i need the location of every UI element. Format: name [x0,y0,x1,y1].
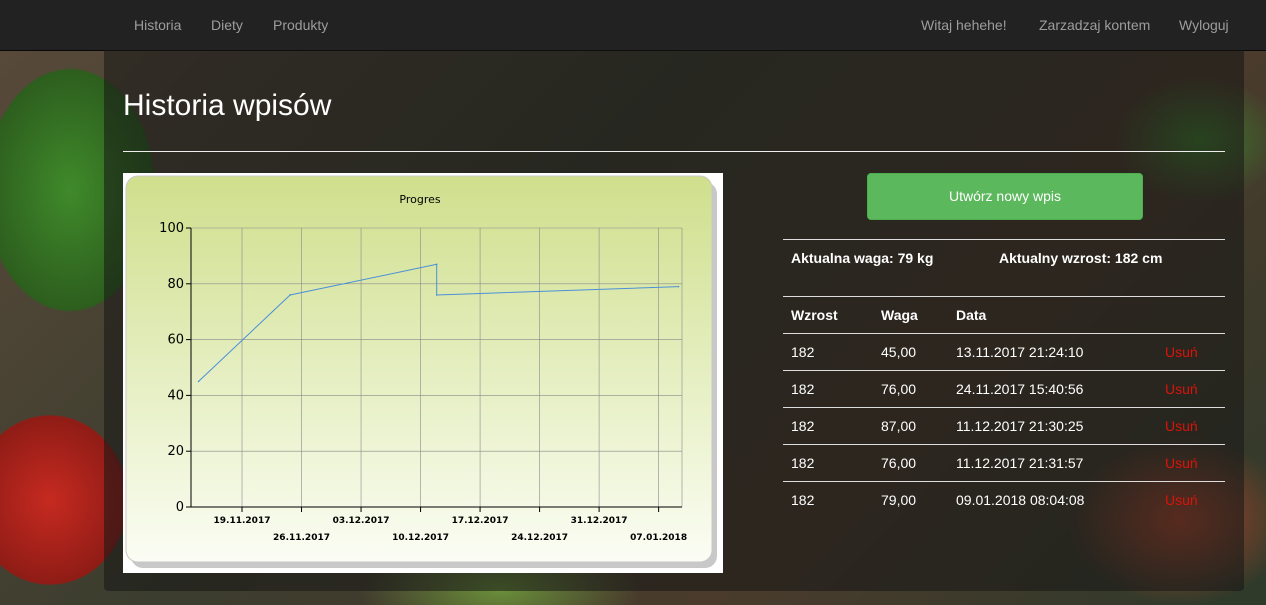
page-title: Historia wpisów [123,89,332,122]
progress-chart-svg: Progres 0 20 40 60 80 100 19.11.201726.11.201… [125,175,717,568]
current-weight: Aktualna waga: 79 kg [791,250,934,266]
column-header-height: Wzrost [791,307,838,323]
cell-height: 182 [791,418,815,434]
chart-background [125,175,713,563]
x-tick-label: 10.12.2017 [392,533,449,543]
nav-link-greeting[interactable]: Witaj hehehe! [921,0,1007,50]
x-tick-label: 31.12.2017 [571,516,628,526]
column-header-weight: Waga [881,307,918,323]
summary-top-rule [783,239,1225,240]
current-height: Aktualny wzrost: 182 cm [999,250,1163,266]
chart-title: Progres [399,193,440,206]
cell-weight: 76,00 [881,455,917,471]
cell-date: 09.01.2018 08:04:08 [956,492,1085,508]
cell-date: 11.12.2017 21:31:57 [956,455,1084,471]
delete-link[interactable]: Usuń [1165,482,1198,519]
data-point [677,285,680,288]
data-point [289,294,291,296]
y-tick-label: 60 [167,333,184,348]
y-tick-label: 100 [159,221,184,236]
cell-height: 182 [791,455,815,471]
cell-weight: 45,00 [881,344,917,360]
nav-link-diets[interactable]: Diety [211,0,243,50]
delete-link[interactable]: Usuń [1165,334,1198,371]
delete-link[interactable]: Usuń [1165,445,1198,482]
nav-link-logout[interactable]: Wyloguj [1179,0,1229,50]
x-tick-label: 07.01.2018 [630,533,687,543]
cell-date: 11.12.2017 21:30:25 [956,418,1084,434]
cell-height: 182 [791,492,815,508]
table-top-rule [783,296,1225,297]
y-tick-label: 80 [167,277,184,292]
x-tick-label: 19.11.2017 [214,516,271,526]
nav-link-manage-account[interactable]: Zarzadzaj kontem [1039,0,1150,50]
delete-link[interactable]: Usuń [1165,371,1198,408]
y-tick-label: 20 [167,444,184,459]
table-row: 182 76,00 24.11.2017 15:40:56 Usuń [783,371,1225,408]
nav-link-products[interactable]: Produkty [273,0,328,50]
x-tick-label: 17.12.2017 [452,516,509,526]
column-header-date: Data [956,307,987,323]
y-tick-label: 0 [176,500,184,515]
table-row: 182 45,00 13.11.2017 21:24:10 Usuń [783,334,1225,371]
table-row: 182 79,00 09.01.2018 08:04:08 Usuń [783,482,1225,519]
create-entry-button[interactable]: Utwórz nowy wpis [867,173,1143,220]
cell-height: 182 [791,344,815,360]
cell-weight: 79,00 [881,492,917,508]
x-tick-label: 24.12.2017 [511,533,568,543]
progress-chart: Progres 0 20 40 60 80 100 19.11.2017 26.11.201… [123,173,723,573]
title-divider [123,151,1225,152]
nav-link-history[interactable]: Historia [134,0,181,50]
cell-weight: 87,00 [881,418,917,434]
cell-height: 182 [791,381,815,397]
table-row: 182 76,00 11.12.2017 21:31:57 Usuń [783,445,1225,482]
delete-link[interactable]: Usuń [1165,408,1198,445]
x-tick-label: 26.11.2017 [273,533,330,543]
navbar: Historia Diety Produkty Witaj hehehe! Za… [0,0,1266,51]
cell-date: 13.11.2017 21:24:10 [956,344,1084,360]
y-tick-label: 40 [167,388,184,403]
content-panel: Historia wpisów Progres 0 20 40 60 80 100 19.… [104,50,1244,591]
data-point [435,263,438,266]
x-tick-label: 03.12.2017 [333,516,390,526]
data-point [435,294,438,296]
cell-weight: 76,00 [881,381,917,397]
cell-date: 24.11.2017 15:40:56 [956,381,1084,397]
data-point [197,380,200,383]
table-row: 182 87,00 11.12.2017 21:30:25 Usuń [783,408,1225,445]
